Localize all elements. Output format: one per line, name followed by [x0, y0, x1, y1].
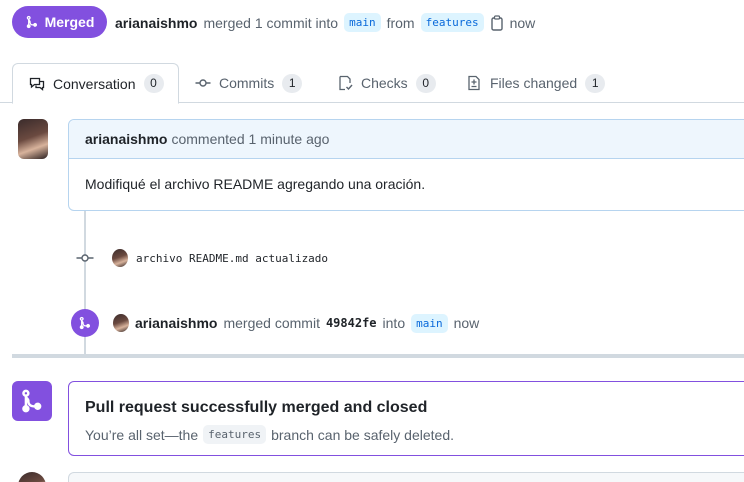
file-diff-icon: [468, 75, 480, 91]
commit-event: archivo README.md actualizado: [76, 249, 328, 267]
git-commit-icon: [76, 254, 94, 262]
git-commit-icon: [195, 79, 211, 87]
tab-counter: 1: [585, 73, 606, 93]
tab-label: Checks: [361, 75, 408, 91]
tab-counter: 0: [143, 74, 164, 93]
tab-label: Commits: [219, 75, 275, 91]
avatar[interactable]: [112, 249, 128, 267]
comment-timestamp[interactable]: commented 1 minute ago: [171, 131, 329, 147]
pr-merge-summary: arianaishmo merged 1 commit into main fr…: [115, 13, 535, 32]
merge-author[interactable]: arianaishmo: [135, 315, 217, 331]
merged-desc-suffix: branch can be safely deleted.: [271, 426, 454, 443]
tab-label: Files changed: [490, 75, 578, 91]
git-merge-icon: [26, 15, 37, 29]
copy-icon[interactable]: [490, 14, 504, 31]
tab-label: Conversation: [53, 75, 136, 92]
into-text: into: [382, 315, 406, 331]
merged-desc-prefix: You’re all set—the: [85, 426, 199, 443]
tab-commits[interactable]: Commits 1: [195, 63, 303, 103]
avatar[interactable]: [18, 472, 46, 482]
tab-checks[interactable]: Checks 0: [337, 63, 436, 103]
tab-counter: 1: [282, 73, 303, 93]
comment-discussion-icon: [29, 77, 45, 91]
git-merge-icon: [79, 316, 91, 330]
checklist-icon: [339, 75, 353, 91]
tab-conversation[interactable]: Conversation 0: [12, 63, 179, 104]
from-text: from: [386, 14, 415, 31]
merge-branch-label[interactable]: main: [411, 313, 448, 333]
comment-box: arianaishmo commented 1 minute ago Modif…: [68, 119, 744, 211]
merged-notice-title: Pull request successfully merged and clo…: [85, 399, 428, 416]
base-branch-label[interactable]: main: [344, 13, 381, 32]
pr-tabs: Conversation 0 Commits 1 Checks 0 Files …: [0, 63, 744, 104]
merged-notice: Pull request successfully merged and clo…: [68, 381, 744, 456]
timeline-divider: [12, 354, 744, 358]
commit-message[interactable]: archivo README.md actualizado: [136, 252, 328, 265]
comment-box: [68, 472, 744, 482]
merge-time: now: [509, 14, 536, 31]
git-merge-icon: [22, 389, 42, 413]
comment-body: Modifiqué el archivo README agregando un…: [85, 176, 426, 192]
merged-status-badge: Merged: [12, 6, 107, 38]
commit-sha-link[interactable]: 49842fe: [326, 316, 377, 330]
avatar[interactable]: [113, 314, 129, 332]
merged-status-icon: [12, 381, 52, 421]
merge-event: arianaishmo merged commit 49842fe into m…: [71, 309, 479, 337]
merge-event-time[interactable]: now: [454, 315, 480, 331]
avatar[interactable]: [18, 119, 48, 159]
tab-files-changed[interactable]: Files changed 1: [466, 63, 606, 103]
comment-author[interactable]: arianaishmo: [85, 131, 167, 147]
comment-header: arianaishmo commented 1 minute ago: [69, 120, 744, 159]
head-branch-label[interactable]: features: [420, 13, 484, 32]
tab-counter: 0: [415, 73, 436, 93]
author-link[interactable]: arianaishmo: [115, 15, 197, 31]
merged-text: merged 1 commit into: [203, 14, 339, 31]
merge-text: merged commit: [223, 315, 320, 331]
merge-event-badge: [71, 309, 99, 337]
merged-status-label: Merged: [44, 14, 95, 30]
merged-notice-description: You’re all set—the features branch can b…: [85, 425, 741, 444]
branch-label[interactable]: features: [203, 425, 267, 444]
